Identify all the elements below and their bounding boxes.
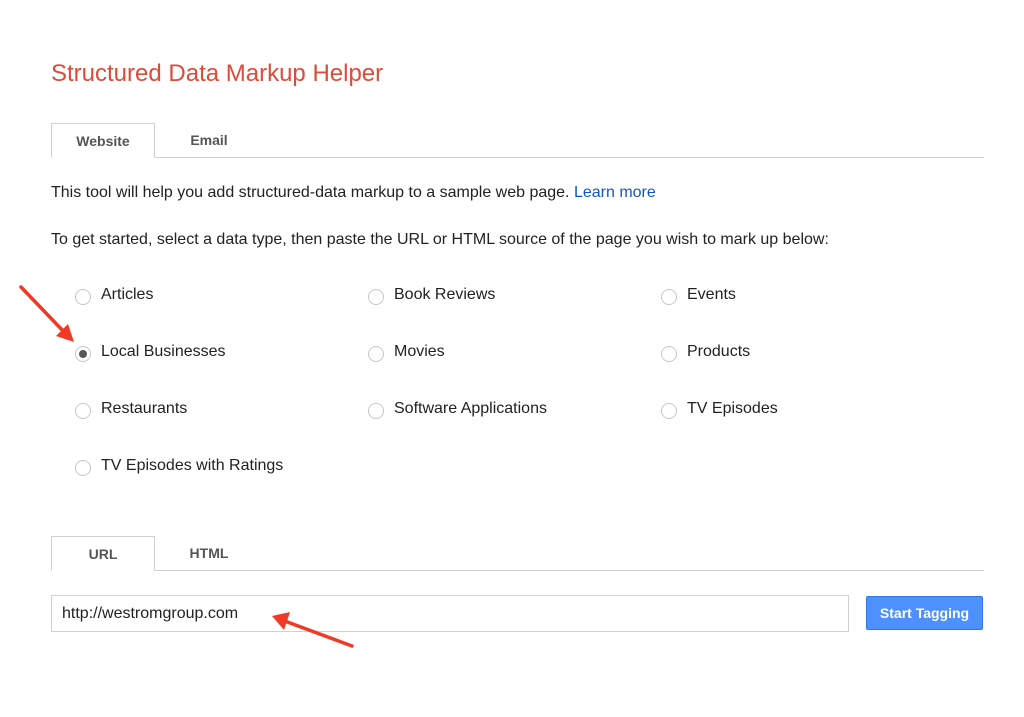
intro-text: This tool will help you add structured-d… [51, 184, 656, 202]
tab-html[interactable]: HTML [157, 536, 261, 569]
radio-book-reviews[interactable]: Book Reviews [368, 285, 495, 305]
radio-label: Movies [394, 343, 445, 360]
radio-restaurants[interactable]: Restaurants [75, 399, 187, 419]
radio-movies[interactable]: Movies [368, 342, 445, 362]
start-tagging-button[interactable]: Start Tagging [866, 596, 983, 630]
radio-local-businesses[interactable]: Local Businesses [75, 342, 226, 362]
radio-tv-episodes[interactable]: TV Episodes [661, 399, 778, 419]
radio-button[interactable] [368, 289, 384, 305]
input-tabbar: URL HTML [51, 536, 984, 571]
radio-articles[interactable]: Articles [75, 285, 153, 305]
radio-button-selected[interactable] [75, 346, 91, 362]
radio-label: Events [687, 286, 736, 303]
radio-products[interactable]: Products [661, 342, 750, 362]
radio-button[interactable] [75, 403, 91, 419]
radio-label: Products [687, 343, 751, 360]
radio-button[interactable] [661, 403, 677, 419]
radio-software-applications[interactable]: Software Applications [368, 399, 547, 419]
intro-line-1: This tool will help you add structured-d… [51, 184, 570, 201]
radio-button[interactable] [368, 403, 384, 419]
instructions-text: To get started, select a data type, then… [51, 231, 829, 248]
tab-email[interactable]: Email [157, 123, 261, 156]
radio-label: TV Episodes with Ratings [101, 457, 284, 474]
annotation-arrow-icon [19, 285, 74, 342]
radio-label: Book Reviews [394, 286, 496, 303]
radio-label: TV Episodes [687, 400, 778, 417]
tab-url[interactable]: URL [51, 536, 155, 571]
radio-button[interactable] [75, 289, 91, 305]
radio-label: Local Businesses [101, 343, 226, 360]
tab-website[interactable]: Website [51, 123, 155, 158]
learn-more-link[interactable]: Learn more [574, 184, 656, 201]
url-input[interactable] [51, 595, 849, 632]
radio-button[interactable] [661, 289, 677, 305]
radio-button[interactable] [75, 460, 91, 476]
radio-tv-episodes-with-ratings[interactable]: TV Episodes with Ratings [75, 456, 283, 476]
radio-button[interactable] [368, 346, 384, 362]
radio-label: Articles [101, 286, 154, 303]
radio-label: Restaurants [101, 400, 188, 417]
radio-events[interactable]: Events [661, 285, 736, 305]
page-title: Structured Data Markup Helper [51, 60, 384, 87]
source-tabbar: Website Email [51, 123, 984, 158]
radio-label: Software Applications [394, 400, 547, 417]
radio-button[interactable] [661, 346, 677, 362]
